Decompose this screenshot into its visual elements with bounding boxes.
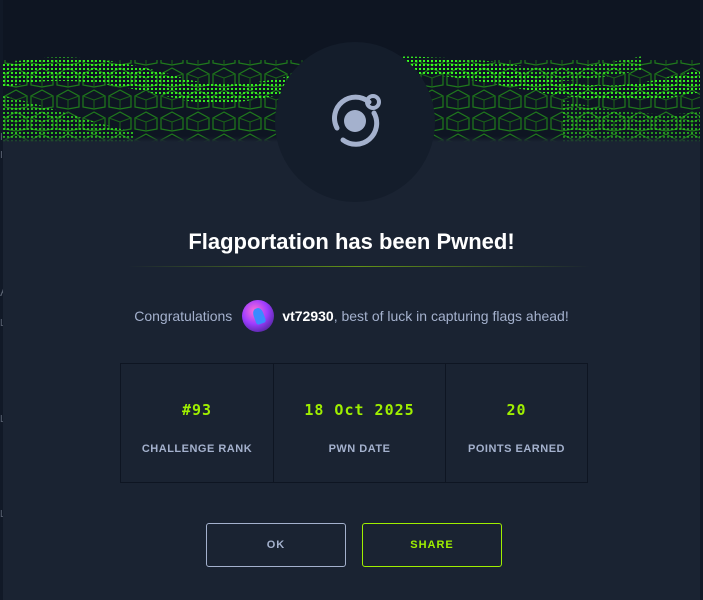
- modal-title: Flagportation has been Pwned!: [188, 229, 515, 254]
- stat-label: CHALLENGE RANK: [141, 443, 253, 455]
- stat-label: PWN DATE: [328, 443, 391, 455]
- pwned-modal: Flagportation has been Pwned! Congratula…: [3, 0, 700, 600]
- challenge-emblem-icon: [323, 88, 387, 157]
- stat-label: POINTS EARNED: [468, 443, 565, 455]
- user-avatar: [242, 300, 275, 332]
- title-divider: [128, 266, 590, 267]
- stat-points-earned: 20 POINTS EARNED: [446, 364, 587, 482]
- ok-button[interactable]: OK: [206, 523, 346, 567]
- stat-pwn-date: 18 Oct 2025 PWN DATE: [274, 364, 446, 482]
- challenge-emblem: [275, 42, 435, 202]
- stats-panel: #93 CHALLENGE RANK 18 Oct 2025 PWN DATE …: [120, 363, 588, 483]
- stat-value: 18 Oct 2025: [304, 401, 415, 419]
- stat-value: #93: [181, 401, 213, 419]
- username: vt72930: [282, 308, 334, 324]
- share-button[interactable]: SHARE: [362, 523, 502, 567]
- congrats-message: Congratulations vt72930 , best of luck i…: [3, 300, 700, 332]
- stat-challenge-rank: #93 CHALLENGE RANK: [121, 364, 274, 482]
- stat-value: 20: [506, 401, 527, 419]
- congrats-prefix: Congratulations: [134, 308, 233, 324]
- congrats-suffix: , best of luck in capturing flags ahead!: [333, 308, 569, 324]
